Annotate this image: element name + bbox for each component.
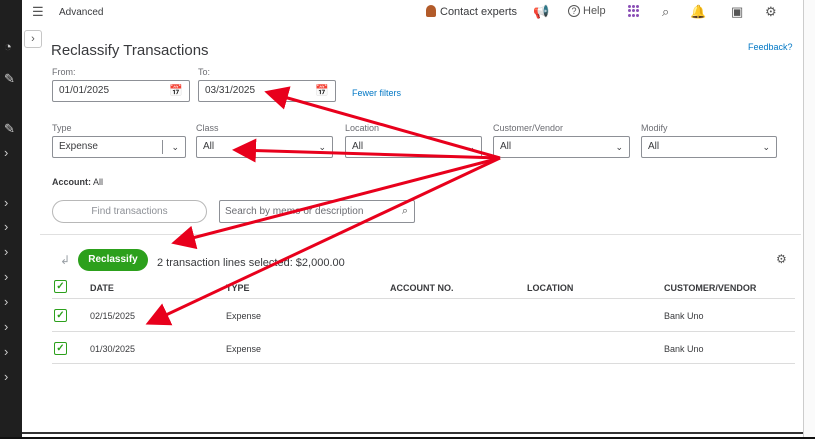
account-filter[interactable]: Account: All: [52, 177, 103, 187]
location-label: Location: [345, 123, 380, 133]
selection-summary: 2 transaction lines selected: $2,000.00: [157, 257, 345, 269]
contact-experts-button[interactable]: Contact experts: [426, 5, 517, 18]
modify-label: Modify: [641, 123, 668, 133]
location-value: All: [352, 141, 364, 152]
row-customer: Bank Uno: [664, 311, 704, 321]
chevron-right-icon[interactable]: ›: [4, 245, 8, 258]
row-type: Expense: [226, 344, 262, 354]
chevron-right-icon[interactable]: ›: [4, 320, 8, 333]
to-date-value: 03/31/2025: [205, 85, 256, 96]
expand-panel-button[interactable]: ›: [24, 30, 42, 48]
select-all-checkbox[interactable]: ✓: [54, 280, 67, 293]
row-type: Expense: [226, 311, 262, 321]
help-label: Help: [583, 5, 606, 17]
page-title: Reclassify Transactions: [51, 42, 209, 59]
chevron-right-icon[interactable]: ›: [4, 196, 8, 209]
row-checkbox[interactable]: ✓: [54, 342, 67, 355]
from-date-field[interactable]: 01/01/2025 📅: [52, 80, 190, 102]
table-settings-gear-icon[interactable]: ⚙: [776, 252, 787, 266]
feedback-link[interactable]: Feedback?: [748, 42, 793, 52]
search-input[interactable]: Search by memo or description ⌕: [219, 200, 415, 223]
header-divider: [52, 298, 795, 299]
calendar-icon[interactable]: 📅: [315, 81, 329, 101]
column-header-account-no[interactable]: ACCOUNT NO.: [390, 283, 454, 293]
to-label: To:: [198, 67, 211, 77]
megaphone-icon[interactable]: 📢: [533, 4, 549, 20]
bottom-border: [22, 432, 803, 434]
breadcrumb[interactable]: Advanced: [59, 7, 103, 18]
clipboard-icon[interactable]: ▣: [731, 4, 743, 20]
fewer-filters-link[interactable]: Fewer filters: [352, 88, 401, 98]
account-value: All: [93, 177, 104, 187]
customer-vendor-label: Customer/Vendor: [493, 123, 564, 133]
row-checkbox[interactable]: ✓: [54, 309, 67, 322]
class-value: All: [203, 141, 215, 152]
from-label: From:: [52, 67, 76, 77]
column-header-customer-vendor[interactable]: CUSTOMER/VENDOR: [664, 283, 756, 293]
gear-icon[interactable]: ⚙: [765, 4, 777, 20]
location-select[interactable]: All ⌄: [345, 136, 482, 158]
undo-arrow-icon[interactable]: ↲: [60, 253, 70, 267]
contact-experts-label: Contact experts: [440, 6, 518, 18]
type-value: Expense: [59, 141, 98, 152]
chevron-down-icon: ⌄: [467, 142, 475, 152]
chevron-right-icon[interactable]: ›: [4, 295, 8, 308]
chevron-down-icon: ⌄: [762, 142, 770, 152]
chevron-down-icon: ⌄: [171, 142, 179, 152]
help-icon: ?: [568, 5, 580, 17]
calendar-icon[interactable]: 📅: [169, 81, 183, 101]
menu-icon[interactable]: ☰: [32, 4, 44, 20]
pencil-icon[interactable]: ✎: [4, 72, 15, 85]
to-date-field[interactable]: 03/31/2025 📅: [198, 80, 336, 102]
chevron-right-icon[interactable]: ›: [4, 345, 8, 358]
search-icon[interactable]: ⌕: [662, 4, 669, 20]
row-date: 02/15/2025: [90, 311, 136, 321]
customer-vendor-select[interactable]: All ⌄: [493, 136, 630, 158]
top-bar: ☰ Advanced Contact experts 📢 ? Help ⌕ 🔔 ▣…: [22, 0, 803, 26]
chevron-right-icon[interactable]: ›: [4, 146, 8, 159]
column-header-date[interactable]: DATE: [90, 283, 114, 293]
scrollbar[interactable]: [803, 0, 815, 437]
chevron-down-icon: ⌄: [318, 142, 326, 152]
chevron-right-icon[interactable]: ›: [4, 220, 8, 233]
row-divider: [52, 331, 795, 332]
help-button[interactable]: ? Help: [568, 5, 606, 17]
modify-value: All: [648, 141, 660, 152]
search-icon[interactable]: ⌕: [402, 201, 408, 222]
type-label: Type: [52, 123, 72, 133]
reclassify-button[interactable]: Reclassify: [78, 249, 148, 271]
row-date: 01/30/2025: [90, 344, 136, 354]
customer-vendor-value: All: [500, 141, 512, 152]
search-placeholder: Search by memo or description: [225, 206, 364, 217]
avatar: [426, 5, 436, 17]
column-header-location[interactable]: LOCATION: [527, 283, 573, 293]
column-header-type[interactable]: TYPE: [226, 283, 250, 293]
find-transactions-button[interactable]: Find transactions: [52, 200, 207, 223]
chevron-right-icon[interactable]: ›: [4, 270, 8, 283]
chevron-down-icon: ⌄: [615, 142, 623, 152]
row-divider: [52, 363, 795, 364]
circle-icon[interactable]: ◔: [4, 40, 12, 53]
from-date-value: 01/01/2025: [59, 85, 110, 96]
account-label: Account:: [52, 177, 91, 187]
left-nav-rail: ◔ ✎ ✎ › › › › › › › › ›: [0, 0, 22, 437]
modify-select[interactable]: All ⌄: [641, 136, 777, 158]
class-select[interactable]: All ⌄: [196, 136, 333, 158]
type-select[interactable]: Expense ⌄: [52, 136, 186, 158]
pencil-icon[interactable]: ✎: [4, 122, 15, 135]
divider: [40, 234, 801, 235]
apps-grid-icon[interactable]: [628, 5, 640, 17]
notifications-icon[interactable]: 🔔: [690, 4, 706, 20]
chevron-right-icon[interactable]: ›: [4, 370, 8, 383]
class-label: Class: [196, 123, 219, 133]
row-customer: Bank Uno: [664, 344, 704, 354]
